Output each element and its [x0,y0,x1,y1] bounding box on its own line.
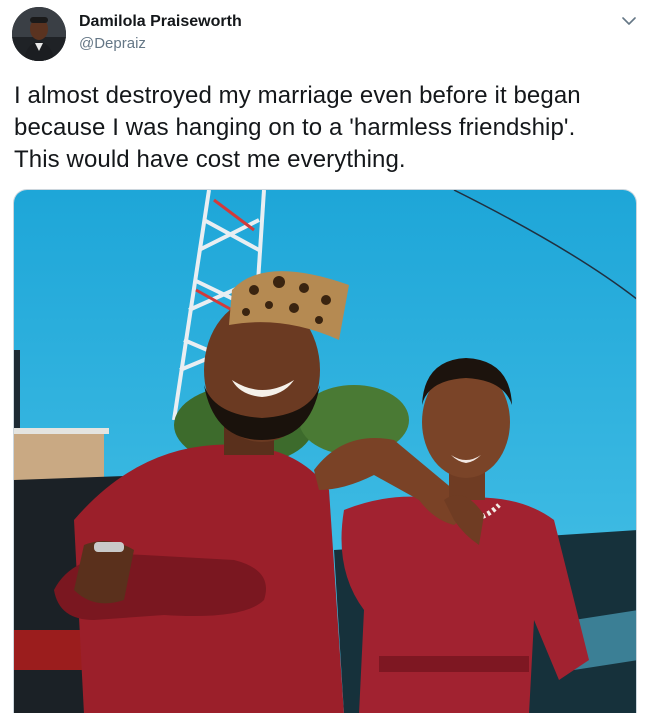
chevron-down-icon [622,16,636,25]
tweet-card: Damilola Praiseworth @Depraiz I almost d… [0,0,658,713]
photo-couple-image [14,190,636,713]
avatar[interactable] [12,7,66,61]
author-handle[interactable]: @Depraiz [79,35,146,52]
more-options-button[interactable] [618,10,640,32]
profile-photo-icon [12,7,66,61]
tweet-text-line: I almost destroyed my marriage even befo… [14,82,581,109]
author-name[interactable]: Damilola Praiseworth [79,13,242,31]
tweet-text: I almost destroyed my marriage even befo… [14,80,644,176]
tweet-text-line: because I was hanging on to a 'harmless … [14,114,576,141]
tweet-text-line: This would have cost me everything. [14,146,406,173]
tweet-photo[interactable] [13,189,637,713]
